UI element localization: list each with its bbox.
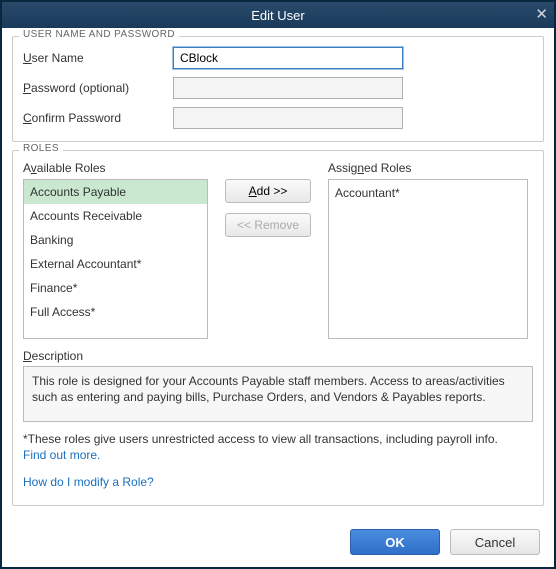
- window-title: Edit User: [251, 8, 304, 23]
- list-item[interactable]: Accounts Payable: [24, 180, 207, 204]
- list-item[interactable]: External Accountant*: [24, 252, 207, 276]
- ok-button[interactable]: OK: [350, 529, 440, 555]
- edit-user-dialog: Edit User ✕ USER NAME AND PASSWORD User …: [0, 0, 556, 569]
- list-item[interactable]: Accountant*: [335, 184, 521, 202]
- list-item[interactable]: Banking: [24, 228, 207, 252]
- remove-button[interactable]: << Remove: [225, 213, 311, 237]
- username-input[interactable]: [173, 47, 403, 69]
- available-roles-label: Available Roles: [23, 161, 208, 175]
- titlebar: Edit User ✕: [2, 2, 554, 28]
- assigned-roles-label: Assigned Roles: [328, 161, 528, 175]
- available-roles-listbox[interactable]: Accounts Payable Accounts Receivable Ban…: [23, 179, 208, 339]
- assigned-roles-listbox[interactable]: Accountant*: [328, 179, 528, 339]
- list-item[interactable]: Full Access*: [24, 300, 207, 324]
- roles-body: Available Roles Accounts Payable Account…: [23, 161, 533, 339]
- list-item[interactable]: Accounts Receivable: [24, 204, 207, 228]
- username-label: User Name: [23, 51, 173, 65]
- add-button[interactable]: Add >>: [225, 179, 311, 203]
- username-row: User Name: [23, 47, 533, 69]
- confirm-label: Confirm Password: [23, 111, 173, 125]
- modify-role-link[interactable]: How do I modify a Role?: [23, 475, 154, 489]
- roles-group: ROLES Available Roles Accounts Payable A…: [12, 150, 544, 506]
- dialog-content: USER NAME AND PASSWORD User Name Passwor…: [2, 28, 554, 524]
- password-label: Password (optional): [23, 81, 173, 95]
- modify-role-row: How do I modify a Role?: [23, 475, 533, 491]
- assigned-roles-column: Assigned Roles Accountant*: [328, 161, 528, 339]
- footer-buttons: OK Cancel: [350, 529, 540, 555]
- roles-group-legend: ROLES: [19, 143, 63, 154]
- find-out-more-link[interactable]: Find out more.: [23, 448, 100, 462]
- user-password-group: USER NAME AND PASSWORD User Name Passwor…: [12, 36, 544, 142]
- password-input[interactable]: [173, 77, 403, 99]
- list-item[interactable]: Finance*: [24, 276, 207, 300]
- transfer-buttons: Add >> << Remove: [218, 161, 318, 339]
- cancel-button[interactable]: Cancel: [450, 529, 540, 555]
- available-roles-column: Available Roles Accounts Payable Account…: [23, 161, 208, 339]
- description-box: This role is designed for your Accounts …: [23, 366, 533, 422]
- user-group-legend: USER NAME AND PASSWORD: [19, 29, 179, 40]
- confirm-password-input[interactable]: [173, 107, 403, 129]
- unrestricted-note: *These roles give users unrestricted acc…: [23, 432, 533, 463]
- close-icon[interactable]: ✕: [535, 5, 548, 23]
- confirm-row: Confirm Password: [23, 107, 533, 129]
- password-row: Password (optional): [23, 77, 533, 99]
- description-label: Description: [23, 349, 533, 363]
